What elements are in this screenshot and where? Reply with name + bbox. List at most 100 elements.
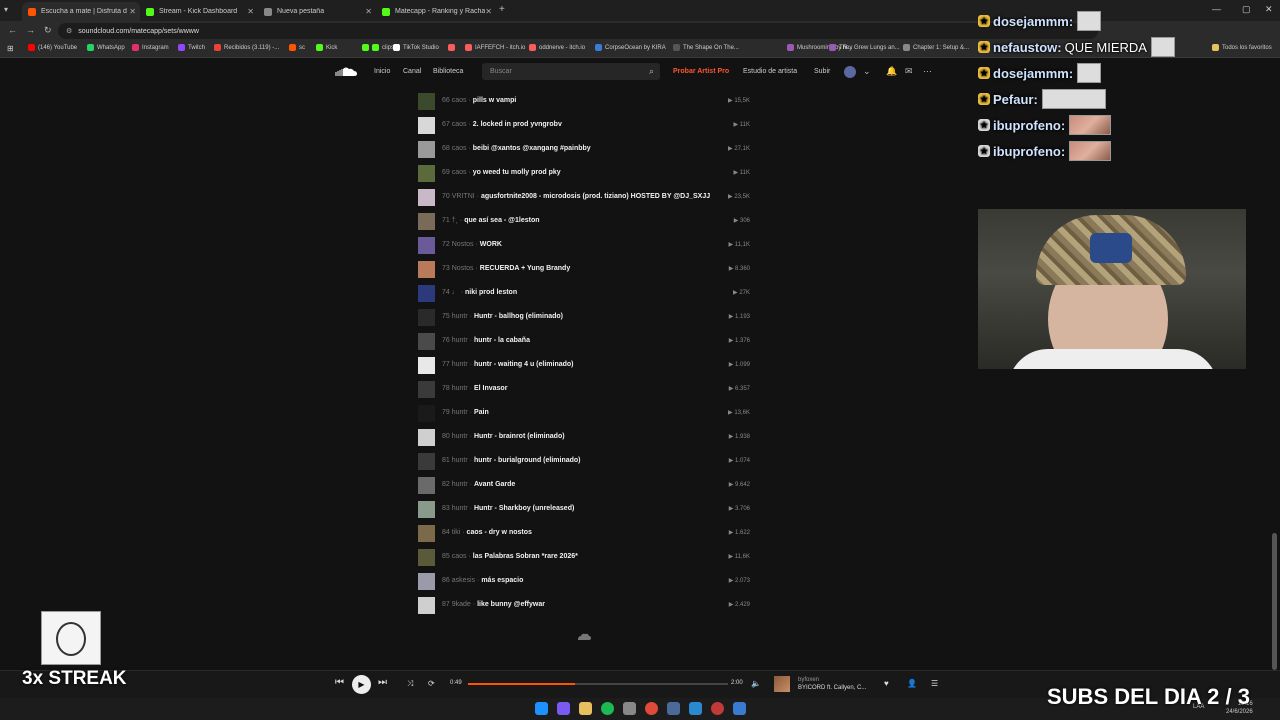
bookmark-item[interactable] [448,44,458,51]
track-artist[interactable]: caos [452,553,467,560]
track-row[interactable]: 82 huntr · Avant Garde ▶ 9.642 [418,477,758,494]
track-artist[interactable]: 9kade [452,601,471,608]
search-icon[interactable]: ⌕ [649,66,654,77]
chevron-down-icon[interactable]: ⌄ [863,66,871,77]
track-title[interactable]: like bunny @effywar [477,601,545,608]
track-row[interactable]: 87 9kade · like bunny @effywar ▶ 2.429 [418,597,758,614]
bookmark-item[interactable]: IAFFEFCH - itch.io [465,44,525,51]
track-artwork[interactable] [418,165,435,182]
back-icon[interactable]: ← [8,25,17,35]
track-title[interactable]: Pain [474,409,489,416]
track-artwork[interactable] [418,93,435,110]
tab-close-icon[interactable]: ✕ [247,7,254,16]
track-artist[interactable]: ♩ [452,289,459,296]
track-artwork[interactable] [418,381,435,398]
track-title[interactable]: WORK [480,241,502,248]
progress-bar[interactable] [468,683,728,685]
track-artwork[interactable] [418,285,435,302]
track-title[interactable]: pills w vampi [473,97,517,104]
telegram-icon[interactable] [689,702,702,715]
track-title[interactable]: Huntr - ballhog (eliminado) [474,313,563,320]
track-artist[interactable]: huntr [452,409,468,416]
bookmark-item[interactable]: The Shape On The... [673,44,739,51]
track-artwork[interactable] [418,573,435,590]
obs-icon[interactable] [711,702,724,715]
track-title[interactable]: El Invasor [474,385,507,392]
discord-icon[interactable] [557,702,570,715]
track-row[interactable]: 72 Nostos · WORK ▶ 11,1K [418,237,758,254]
track-title[interactable]: caos - dry w nostos [467,529,532,536]
bookmark-item[interactable]: Instagram [132,44,169,51]
artist-studio-link[interactable]: Estudio de artista [743,68,797,75]
minimize-icon[interactable]: — [1212,4,1221,14]
track-artwork[interactable] [418,453,435,470]
track-title[interactable]: huntr - waiting 4 u (eliminado) [474,361,574,368]
track-artwork[interactable] [418,213,435,230]
bookmark-item[interactable]: WhatsApp [87,44,125,51]
track-artwork[interactable] [418,597,435,614]
track-artist[interactable]: VRITNI [452,193,475,200]
track-row[interactable]: 77 huntr · huntr - waiting 4 u (eliminad… [418,357,758,374]
close-window-icon[interactable]: ✕ [1265,4,1273,15]
nav-biblioteca[interactable]: Biblioteca [433,68,463,75]
track-row[interactable]: 85 caos · las Palabras Sobran *rare 2026… [418,549,758,566]
bookmark-item[interactable] [362,44,372,51]
track-artist[interactable]: Nostos [452,265,474,272]
track-artist[interactable]: huntr [452,337,468,344]
volume-icon[interactable]: 🔈 [751,679,761,688]
track-artist[interactable]: caos [452,169,467,176]
queue-icon[interactable]: ☰ [931,679,938,688]
scrollbar[interactable] [1272,533,1277,670]
track-row[interactable]: 73 Nostos · RECUERDA + Yung Brandy ▶ 8.36… [418,261,758,278]
app2-icon[interactable] [667,702,680,715]
artist-pro-link[interactable]: Probar Artist Pro [673,68,729,75]
bookmark-item[interactable]: They Grew Lungs an... [829,44,900,51]
track-artwork[interactable] [418,117,435,134]
bookmark-item[interactable]: clips [372,44,394,51]
app3-icon[interactable] [733,702,746,715]
track-row[interactable]: 81 huntr · huntr - burialground (elimina… [418,453,758,470]
track-artist[interactable]: huntr [452,361,468,368]
track-title[interactable]: beibi @xantos @xangang #painbby [473,145,591,152]
tab-close-icon[interactable]: ✕ [129,7,136,16]
track-artist[interactable]: huntr [452,481,468,488]
browser-tab[interactable]: Matecapp - Ranking y Racha d ✕ [376,2,496,21]
track-row[interactable]: 76 huntr · huntr - la cabaña ▶ 1.376 [418,333,758,350]
now-playing-artwork[interactable] [774,676,790,692]
track-artwork[interactable] [418,525,435,542]
track-title[interactable]: huntr - la cabaña [474,337,530,344]
track-row[interactable]: 74 ♩ · niki prod leston ▶ 27K [418,285,758,302]
track-title[interactable]: agusfortnite2008 - microdosis (prod. tiz… [481,193,710,200]
track-title[interactable]: RECUERDA + Yung Brandy [480,265,570,272]
bookmark-item[interactable]: CorpseOcean by KIRA [595,44,666,51]
app-icon[interactable] [623,702,636,715]
track-artwork[interactable] [418,429,435,446]
track-title[interactable]: 2. locked in prod yvngrobv [473,121,562,128]
url-input[interactable]: ⚙ soundcloud.com/matecapp/sets/wwww [58,23,1098,39]
track-title[interactable]: más espacio [481,577,523,584]
track-row[interactable]: 67 caos · 2. locked in prod yvngrobv ▶ 11… [418,117,758,134]
nav-inicio[interactable]: Inicio [374,68,390,75]
track-artist[interactable]: huntr [452,313,468,320]
bookmark-item[interactable]: Recibidos (3.119) -... [214,44,279,51]
track-row[interactable]: 84 tiki · caos - dry w nostos ▶ 1.622 [418,525,758,542]
tab-search-icon[interactable]: ▾ [4,5,8,14]
track-artwork[interactable] [418,501,435,518]
browser-tab[interactable]: Escucha a mate | Disfruta d ✕ [22,2,140,21]
bookmark-item[interactable]: (146) YouTube [28,44,77,51]
track-artwork[interactable] [418,357,435,374]
track-row[interactable]: 69 caos · yo weed tu molly prod pky ▶ 11K [418,165,758,182]
track-artwork[interactable] [418,261,435,278]
track-row[interactable]: 68 caos · beibi @xantos @xangang #painbb… [418,141,758,158]
bookmark-item[interactable]: Kick [316,44,337,51]
tab-close-icon[interactable]: ✕ [485,7,492,16]
nav-canal[interactable]: Canal [403,68,421,75]
track-artist[interactable]: caos [452,145,467,152]
more-icon[interactable]: ⋯ [923,66,932,77]
track-artwork[interactable] [418,189,435,206]
now-playing-title[interactable]: BYICORD ft. Callyen, C... [798,685,866,691]
reload-icon[interactable]: ↻ [44,25,52,36]
track-row[interactable]: 75 huntr · Huntr - ballhog (eliminado) ▶ … [418,309,758,326]
track-artwork[interactable] [418,333,435,350]
bookmark-item[interactable]: Twitch [178,44,205,51]
